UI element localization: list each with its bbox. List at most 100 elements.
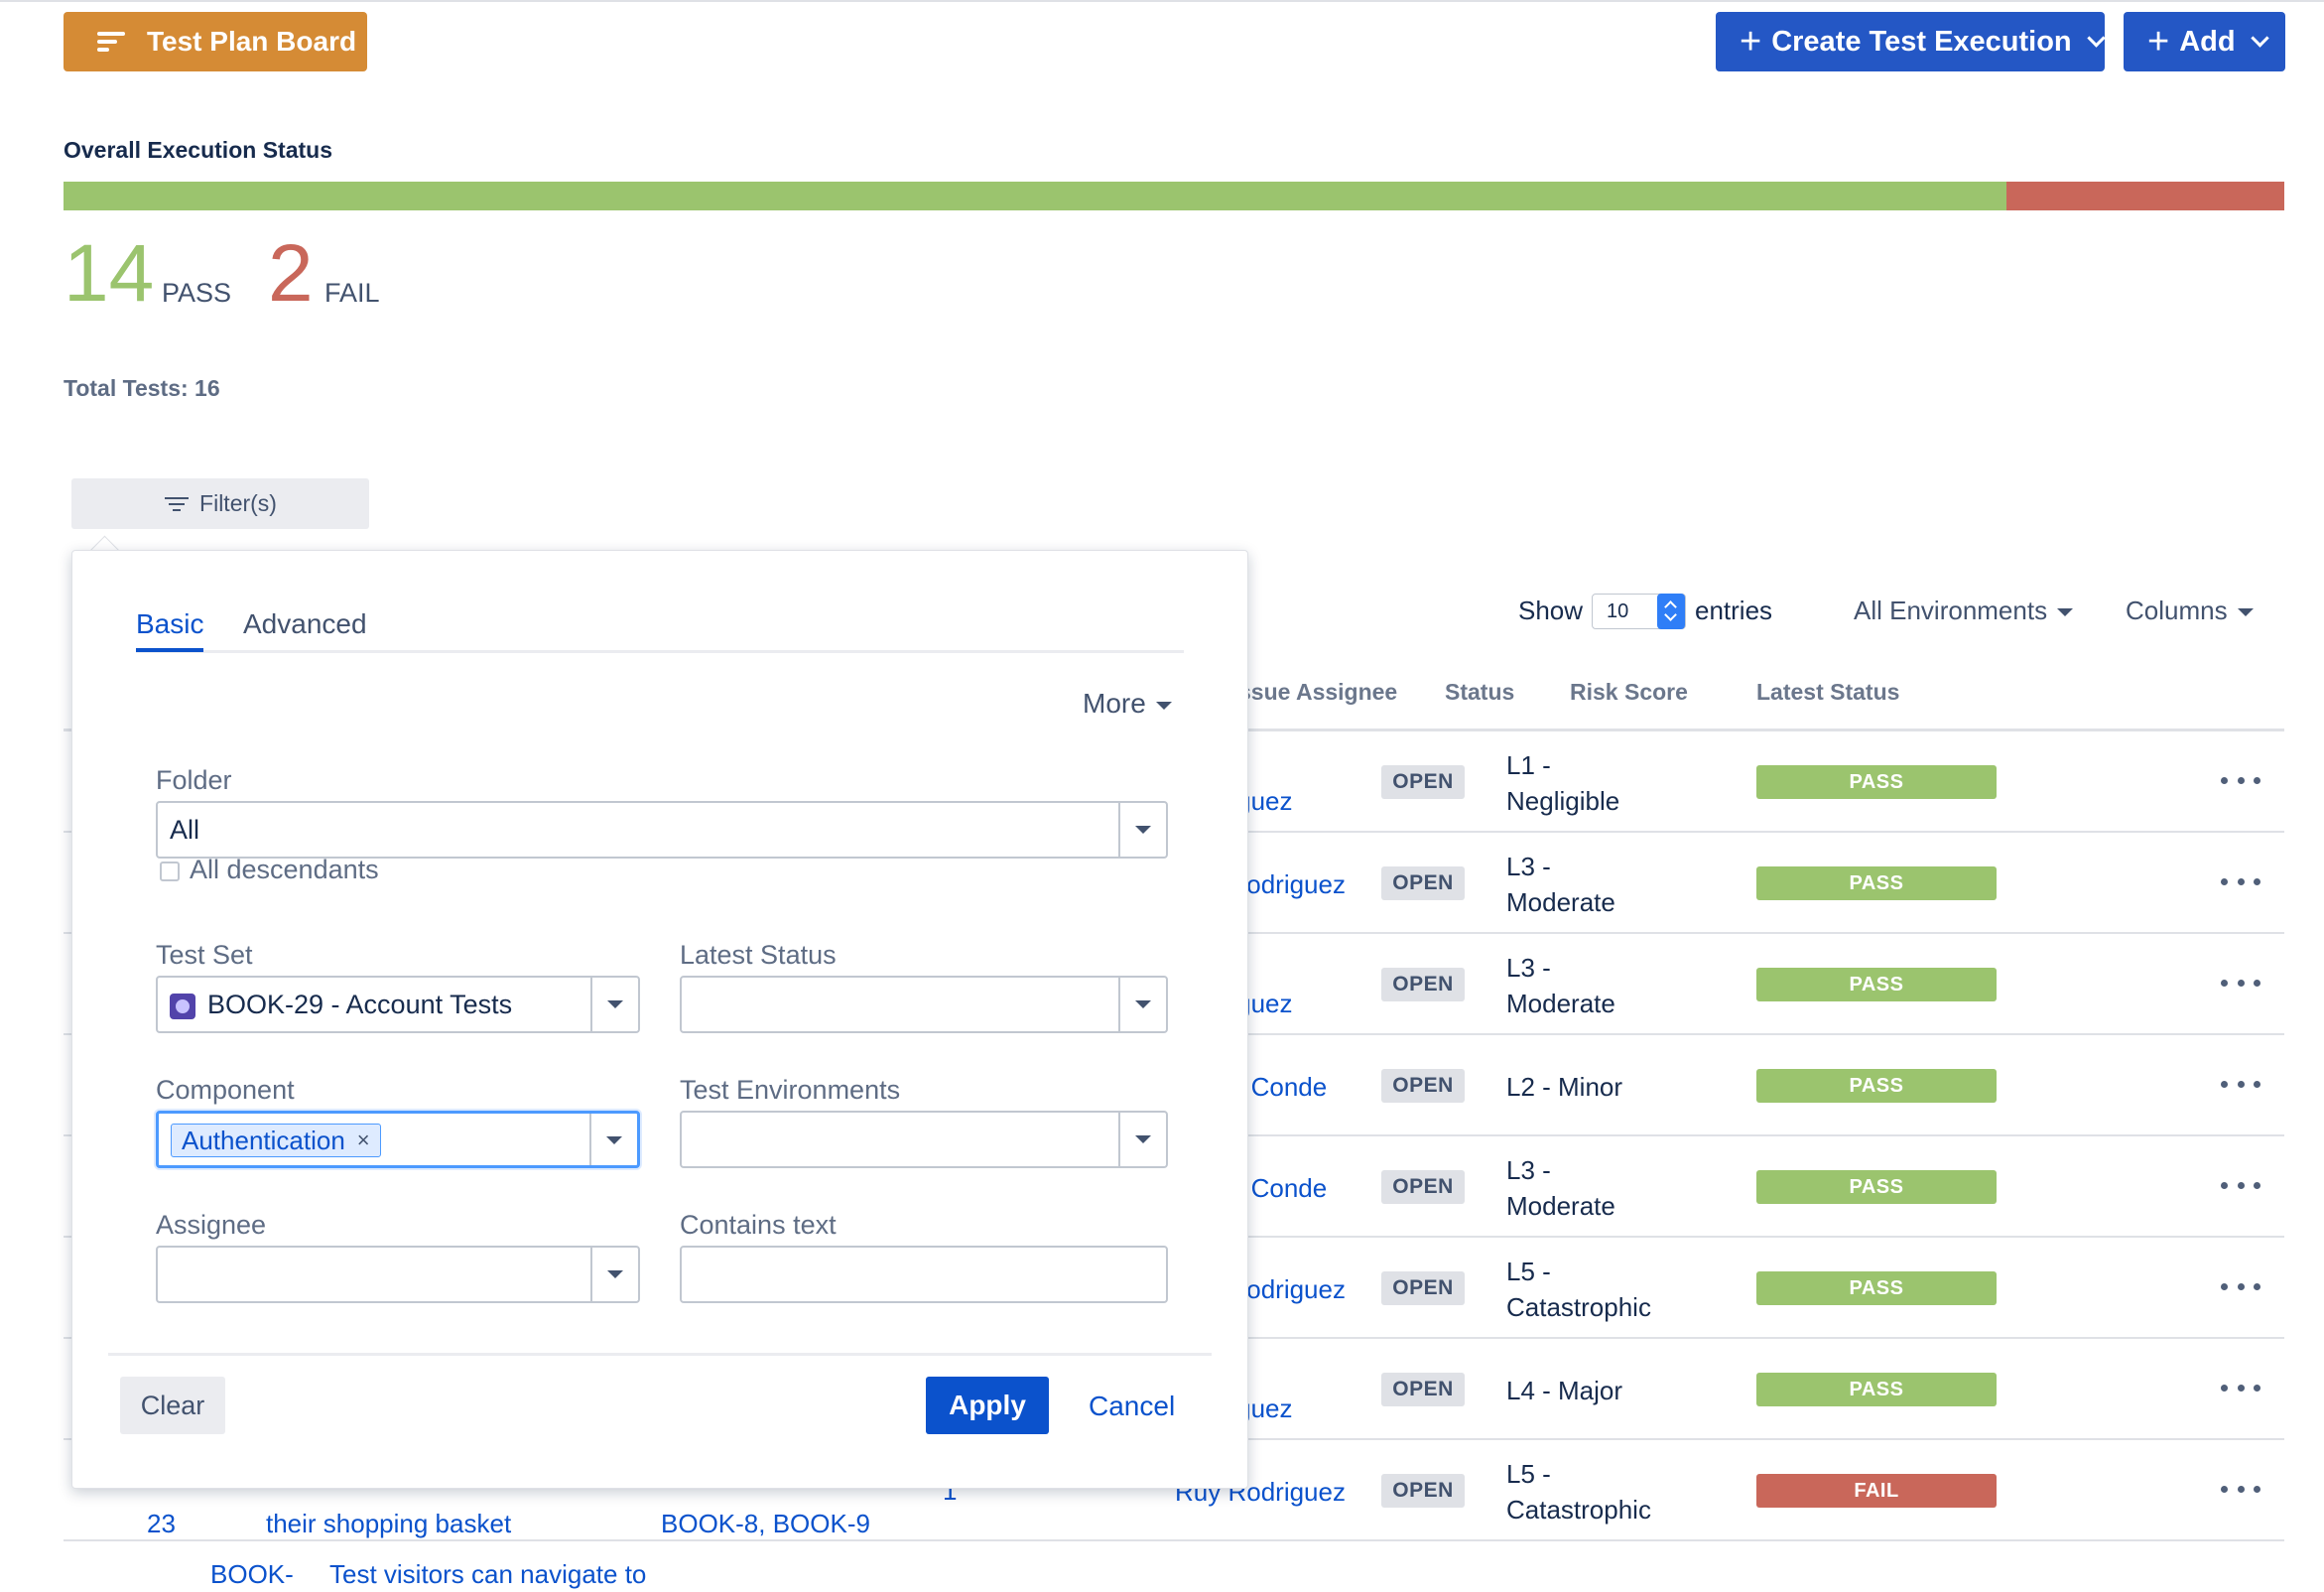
remove-chip-icon[interactable]: ×	[357, 1128, 370, 1153]
risk-line: L3 -	[1506, 1155, 1551, 1185]
latest-status-select[interactable]	[680, 976, 1168, 1033]
latest-status-pill: PASS	[1756, 866, 1997, 900]
risk-line: L5 -	[1506, 1257, 1551, 1286]
test-set-value: BOOK-29 - Account Tests	[207, 990, 513, 1019]
plus-icon: +	[2147, 21, 2170, 63]
entries-select[interactable]: 10	[1592, 594, 1686, 629]
status-badge: OPEN	[1381, 866, 1465, 900]
caret-down-icon	[2237, 608, 2254, 617]
row-actions-icon[interactable]	[2221, 1385, 2260, 1394]
caret-down-icon	[2057, 608, 2074, 617]
fail-segment	[2006, 182, 2284, 210]
row-risk-score: L5 - Catastrophic	[1506, 1254, 1651, 1325]
fail-count: 2	[268, 228, 314, 319]
chevron-down-icon	[2250, 28, 2269, 48]
assignee-label: Assignee	[156, 1210, 267, 1240]
latest-status-pill: PASS	[1756, 1170, 1997, 1204]
row-actions-icon[interactable]	[2221, 980, 2260, 990]
panel-footer-divider	[108, 1353, 1212, 1356]
clear-button[interactable]: Clear	[120, 1377, 225, 1434]
pass-label: PASS	[162, 278, 232, 308]
dropdown-arrow-icon[interactable]	[1118, 803, 1166, 857]
pass-segment	[64, 182, 2007, 210]
col-issue-assignee[interactable]: ssue Assignee	[1238, 679, 1397, 706]
active-tab-indicator	[136, 648, 203, 652]
latest-status-pill: PASS	[1756, 968, 1997, 1001]
filter-panel: Basic Advanced More Folder All All desce…	[71, 550, 1248, 1489]
test-plan-board-label: Test Plan Board	[147, 26, 357, 57]
cancel-button[interactable]: Cancel	[1089, 1391, 1175, 1422]
plus-icon: +	[1740, 21, 1762, 63]
row-summary[interactable]: their shopping basket	[266, 1506, 511, 1541]
assignee-select[interactable]	[156, 1246, 640, 1303]
col-risk-score[interactable]: Risk Score	[1570, 679, 1688, 706]
more-label: More	[1083, 688, 1146, 719]
test-environments-select[interactable]	[680, 1111, 1168, 1168]
total-tests: Total Tests: 16	[64, 375, 220, 401]
filter-icon	[164, 495, 190, 513]
risk-line: Moderate	[1506, 1191, 1615, 1221]
row-risk-score: L3 - Moderate	[1506, 950, 1615, 1021]
columns-label: Columns	[2126, 596, 2228, 625]
status-badge: OPEN	[1381, 1474, 1465, 1508]
row-actions-icon[interactable]	[2221, 1081, 2260, 1091]
status-badge: OPEN	[1381, 968, 1465, 1001]
risk-line: L1 -	[1506, 750, 1551, 780]
all-descendants-checkbox[interactable]	[160, 862, 180, 881]
dropdown-arrow-icon[interactable]	[590, 1248, 638, 1301]
row-risk-score: L5 - Catastrophic	[1506, 1456, 1651, 1527]
test-set-label: Test Set	[156, 940, 253, 970]
component-chip-label: Authentication	[182, 1125, 345, 1155]
row-actions-icon[interactable]	[2221, 878, 2260, 888]
more-dropdown[interactable]: More	[1083, 688, 1172, 720]
apply-button[interactable]: Apply	[926, 1377, 1049, 1434]
row-key[interactable]: 23	[147, 1506, 176, 1541]
test-set-select[interactable]: BOOK-29 - Account Tests	[156, 976, 640, 1033]
folder-label: Folder	[156, 765, 232, 795]
dropdown-arrow-icon[interactable]	[590, 978, 638, 1031]
dropdown-arrow-icon[interactable]	[1118, 1113, 1166, 1166]
col-latest-status[interactable]: Latest Status	[1756, 679, 1899, 706]
pass-count: 14	[64, 228, 155, 319]
tab-advanced[interactable]: Advanced	[243, 608, 367, 640]
row-requirements[interactable]: BOOK-8, BOOK-9	[661, 1506, 870, 1541]
columns-dropdown[interactable]: Columns	[2126, 596, 2254, 626]
component-chip[interactable]: Authentication ×	[171, 1124, 381, 1157]
dropdown-arrow-icon[interactable]	[589, 1114, 637, 1165]
row-actions-icon[interactable]	[2221, 1182, 2260, 1192]
filters-button[interactable]: Filter(s)	[71, 478, 369, 529]
partial-row-key[interactable]: BOOK-	[210, 1556, 294, 1592]
row-actions-icon[interactable]	[2221, 1283, 2260, 1293]
add-button[interactable]: + Add	[2124, 12, 2285, 71]
risk-line: Catastrophic	[1506, 1495, 1651, 1525]
spinner-icon[interactable]	[1657, 594, 1685, 629]
test-plan-board-button[interactable]: Test Plan Board	[64, 12, 367, 71]
contains-text-input[interactable]	[680, 1246, 1168, 1303]
col-status[interactable]: Status	[1445, 679, 1514, 706]
status-badge: OPEN	[1381, 1069, 1465, 1103]
latest-status-label: Latest Status	[680, 940, 837, 970]
dropdown-arrow-icon[interactable]	[1118, 978, 1166, 1031]
component-select[interactable]: Authentication ×	[156, 1111, 640, 1168]
latest-status-pill: PASS	[1756, 765, 1997, 799]
row-actions-icon[interactable]	[2221, 777, 2260, 787]
row-risk-score: L1 - Negligible	[1506, 747, 1619, 819]
environments-label: All Environments	[1854, 596, 2048, 625]
risk-line: L3 -	[1506, 852, 1551, 881]
folder-select[interactable]: All	[156, 801, 1168, 859]
sort-lines-icon	[97, 29, 127, 55]
row-risk-score: L3 - Moderate	[1506, 1152, 1615, 1224]
tab-basic[interactable]: Basic	[136, 608, 203, 640]
row-actions-icon[interactable]	[2221, 1486, 2260, 1496]
partial-row-summary[interactable]: Test visitors can navigate to	[329, 1556, 646, 1592]
entries-value: 10	[1607, 600, 1629, 622]
all-descendants-label: All descendants	[190, 855, 379, 884]
create-test-execution-label: Create Test Execution	[1771, 25, 2072, 58]
environments-dropdown[interactable]: All Environments	[1854, 596, 2074, 626]
risk-line: L4 - Major	[1506, 1376, 1623, 1405]
create-test-execution-button[interactable]: + Create Test Execution	[1716, 12, 2106, 71]
test-environments-label: Test Environments	[680, 1075, 901, 1105]
overall-status-title: Overall Execution Status	[64, 137, 332, 163]
add-label: Add	[2179, 25, 2236, 58]
risk-line: Moderate	[1506, 887, 1615, 917]
